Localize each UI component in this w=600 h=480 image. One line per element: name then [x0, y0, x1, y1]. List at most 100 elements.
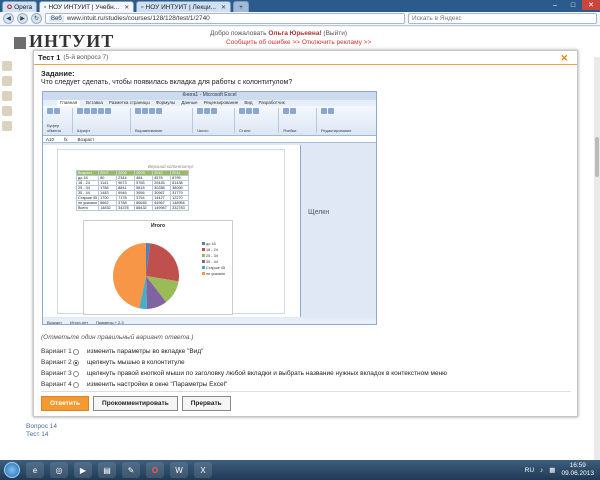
page-scrollbar[interactable]	[594, 57, 600, 460]
excel-sheet: Верхний колонтитул Возраст 2007 2008 2009 20…	[43, 145, 301, 317]
dialog-header: Тест 1 (5-й вопросз 7)	[34, 51, 577, 65]
windows-taskbar: e ◎ ▶ ▤ ✎ O W X RU ♪ ▦ 16:59 09.06.2013	[0, 460, 600, 480]
page-icon: ▫	[141, 3, 144, 11]
option-text: щелкнуть правой кнопкой мыши по заголовк…	[87, 370, 448, 377]
back-icon[interactable]: ◀	[3, 13, 14, 24]
user-name[interactable]: Ольга Юрьевна!	[268, 30, 321, 37]
network-icon[interactable]: ▦	[549, 466, 555, 474]
tab-label: НОУ ИНТУИТ | Учебн...	[48, 3, 120, 11]
legend-label: 25 - 34	[206, 254, 218, 258]
ribbon-group: Редактирование	[319, 108, 369, 133]
left-toolbar	[2, 61, 14, 136]
answer-option[interactable]: Вариант 3 щелкнуть правой кнопкой мыши п…	[41, 368, 561, 379]
logo-text: ИНТУИТ	[29, 31, 115, 51]
answer-button[interactable]: Ответить	[41, 396, 90, 411]
paint-icon[interactable]: ✎	[122, 462, 140, 478]
table-cell: 149987	[152, 205, 172, 211]
search-input[interactable]: Искать в Яндекс	[408, 13, 597, 24]
dialog-title: Тест 1	[38, 53, 61, 62]
excel-header-text: Верхний колонтитул	[148, 164, 194, 169]
answer-option[interactable]: Вариант 1 изменить параметры во вкладке …	[41, 346, 561, 357]
new-tab-button[interactable]: +	[233, 1, 250, 12]
excel-right-pane: Щелкн	[303, 145, 376, 317]
answer-option[interactable]: Вариант 2 щелкнуть мышью в колонтитуле	[41, 357, 561, 368]
intuit-page: ИНТУИТ Добро пожаловать Ольга Юрьевна! (…	[0, 27, 600, 460]
notes-icon[interactable]	[2, 121, 12, 131]
legend-swatch	[202, 254, 205, 257]
right-pane-text: Щелкн	[308, 209, 330, 216]
option-radio[interactable]	[73, 370, 79, 377]
excel-formula-bar: A10 fx Возраст	[43, 136, 376, 143]
option-radio[interactable]	[73, 359, 79, 366]
sidebar-link[interactable]: Вопрос 14	[26, 423, 57, 431]
url-field[interactable]: Веб www.intuit.ru/studies/courses/128/12…	[45, 13, 405, 24]
tab-label: НОУ ИНТУИТ | Лекци...	[145, 3, 216, 11]
close-window-icon[interactable]: ✕	[582, 0, 600, 10]
site-logo[interactable]: ИНТУИТ	[14, 31, 114, 52]
close-dialog-icon[interactable]: ✕	[560, 53, 568, 64]
forward-icon[interactable]: ▶	[17, 13, 28, 24]
option-label: Вариант 4	[41, 381, 72, 388]
excel-screenshot: Книга1 - Microsoft Excel Главная Вставка…	[42, 91, 377, 325]
logo-mark-icon	[14, 36, 26, 49]
excel-data-table: Возраст 2007 2008 2009 2010 2011 до 18 80 2344 48…	[75, 170, 190, 211]
bookmark-icon[interactable]	[2, 76, 12, 86]
tab-label: Opera	[14, 3, 33, 11]
welcome-line: Добро пожаловать Ольга Юрьевна! (Выйти)	[210, 30, 347, 37]
excel-sheet-tabs: Возраст Итого-лет Примеры + 2.3	[43, 318, 376, 325]
chrome-icon[interactable]: ◎	[50, 462, 68, 478]
browser-tab-opera[interactable]: O Opera	[2, 1, 38, 12]
maximize-icon[interactable]: □	[564, 0, 582, 10]
sidebar-link[interactable]: Тест 14	[26, 431, 57, 439]
browser-tab-bar: O Opera ▫ НОУ ИНТУИТ | Учебн... ✕ ▫ НОУ …	[0, 0, 600, 12]
legend-swatch	[202, 272, 205, 275]
ribbon-group: Буфер обмена	[45, 108, 73, 133]
downloads-icon[interactable]	[2, 106, 12, 116]
reload-icon[interactable]: ↻	[31, 13, 42, 24]
excel-formula-text: Возраст	[77, 136, 95, 142]
comment-button[interactable]: Прокомментировать	[93, 396, 178, 411]
legend-label: Старше 45	[206, 266, 226, 270]
top-links[interactable]: Сообщить об ошибке >> Отключить рекламу …	[226, 39, 371, 46]
option-radio[interactable]	[73, 381, 79, 388]
legend-swatch	[202, 242, 205, 245]
browser-tab-intuit-lecture[interactable]: ▫ НОУ ИНТУИТ | Лекци... ✕	[136, 1, 232, 12]
chart-legend: до 18 18 - 24 25 - 34 35 - 44 Старше 45 не ук…	[202, 241, 225, 277]
minimize-icon[interactable]: –	[546, 0, 564, 10]
history-icon[interactable]	[2, 91, 12, 101]
excel-tab: Разработчик	[258, 100, 285, 105]
language-indicator[interactable]: RU	[525, 467, 534, 474]
legend-swatch	[202, 266, 205, 269]
excel-tab: Вид	[244, 100, 253, 105]
volume-icon[interactable]: ♪	[540, 467, 543, 474]
abort-button[interactable]: Прервать	[181, 396, 231, 411]
media-icon[interactable]: ▶	[74, 462, 92, 478]
search-placeholder: Искать в Яндекс	[412, 15, 462, 22]
excel-icon[interactable]: X	[194, 462, 212, 478]
excel-pie-chart: Итого до 18 18 - 24 25 - 34 35 - 44 Старше 4…	[83, 220, 233, 315]
word-icon[interactable]: W	[170, 462, 188, 478]
answer-option[interactable]: Вариант 4 изменить настройки в окне "Пар…	[41, 379, 561, 390]
option-radio[interactable]	[73, 348, 79, 355]
close-tab-icon[interactable]: ✕	[124, 4, 129, 11]
excel-tab: Главная	[57, 100, 81, 106]
opera-taskbar-icon[interactable]: O	[146, 462, 164, 478]
page-icon: ▫	[44, 3, 47, 11]
close-tab-icon[interactable]: ✕	[221, 4, 226, 11]
legend-label: 35 - 44	[206, 260, 218, 264]
table-cell: 332783	[170, 205, 190, 211]
clock-date: 09.06.2013	[561, 470, 594, 477]
clock[interactable]: 16:59 09.06.2013	[561, 462, 594, 478]
sheet-tab: Возраст	[47, 319, 62, 325]
logout-link[interactable]: (Выйти)	[323, 30, 347, 37]
explorer-icon[interactable]: ▤	[98, 462, 116, 478]
start-button[interactable]	[4, 462, 20, 478]
ribbon-group: Ячейки	[281, 108, 317, 133]
pie-slice-2	[146, 243, 179, 282]
browser-tab-intuit-test[interactable]: ▫ НОУ ИНТУИТ | Учебн... ✕	[39, 1, 135, 12]
clock-time: 16:59	[569, 462, 586, 469]
speed-dial-icon[interactable]	[2, 61, 12, 71]
fx-icon: fx	[64, 136, 68, 142]
dialog-subtitle: (5-й вопросз 7)	[63, 54, 109, 61]
ie-icon[interactable]: e	[26, 462, 44, 478]
